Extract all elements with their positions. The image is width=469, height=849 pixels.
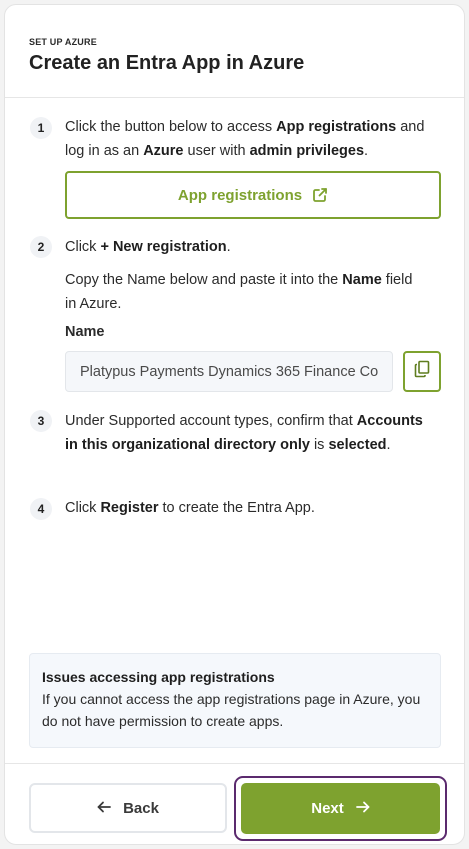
step-4-text: Click Register to create the Entra App. [65, 500, 315, 516]
card-header: SET UP AZURE Create an Entra App in Azur… [5, 5, 464, 98]
step-2-line1: Click + New registration. [65, 239, 231, 255]
info-title: Issues accessing app registrations [42, 669, 275, 685]
setup-card: SET UP AZURE Create an Entra App in Azur… [4, 4, 465, 845]
info-body: If you cannot access the app registratio… [42, 691, 421, 729]
next-button-focus-ring: Next [234, 776, 447, 841]
copy-button[interactable] [403, 351, 441, 392]
next-button[interactable]: Next [241, 783, 440, 834]
step-number-1: 1 [30, 117, 52, 139]
eyebrow-label: SET UP AZURE [29, 37, 97, 47]
step-number-2: 2 [30, 236, 52, 258]
arrow-left-icon [97, 800, 111, 817]
app-registrations-button[interactable]: App registrations [65, 171, 441, 219]
back-label: Back [123, 799, 159, 817]
step-3-text: Under Supported account types, confirm t… [65, 413, 423, 453]
name-field-label: Name [65, 324, 105, 340]
step-2-line2: Copy the Name below and paste it into th… [65, 272, 413, 312]
step-1-text: Click the button below to access App reg… [65, 119, 425, 159]
page-title: Create an Entra App in Azure [29, 52, 305, 74]
next-label: Next [311, 800, 344, 817]
arrow-right-icon [355, 800, 370, 817]
copy-icon [414, 360, 430, 383]
name-field[interactable] [65, 351, 393, 392]
external-link-icon [312, 187, 328, 203]
step-number-4: 4 [30, 498, 52, 520]
info-callout: Issues accessing app registrations If yo… [29, 653, 441, 748]
back-button[interactable]: Back [29, 783, 227, 833]
card-footer: Back Next [5, 763, 464, 844]
app-registrations-label: App registrations [177, 186, 303, 204]
step-number-3: 3 [30, 410, 52, 432]
